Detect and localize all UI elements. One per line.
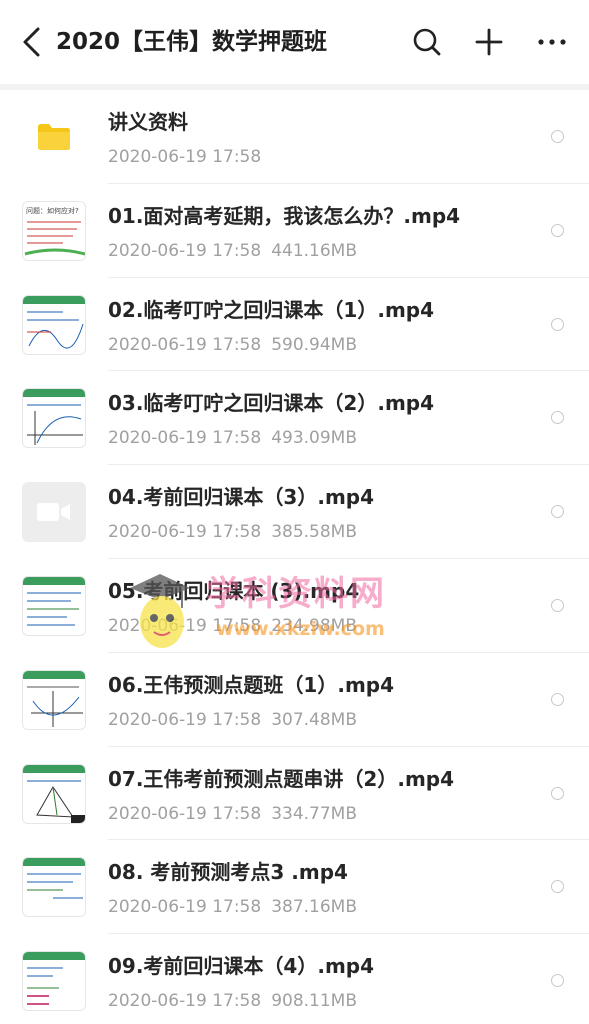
svg-text:问题：如何应对?: 问题：如何应对? [26,206,79,215]
page-title: 2020【王伟】数学押题班 [56,29,328,55]
folder-thumbnail [22,107,86,167]
file-meta: 2020-06-19 17:58 441.16MB [108,239,357,263]
video-thumbnail: 问题：如何应对? [22,200,86,261]
select-radio[interactable] [551,317,564,331]
file-date: 2020-06-19 17:58 [108,991,262,1012]
file-size: 387.16MB [271,897,358,918]
file-browser-screen: 2020【王伟】数学押题班 讲义资料 2020-06-19 17:58 问题：如… [0,0,589,1024]
file-date: 2020-06-19 17:58 [108,803,262,824]
file-size: 908.11MB [271,991,358,1012]
video-thumbnail [22,575,86,636]
lecture-slide-image [23,952,85,1005]
list-item[interactable]: 07.王伟考前预测点题串讲（2）.mp4 2020-06-19 17:58 334… [0,747,589,841]
file-name: 02.临考叮咛之回归课本（1）.mp4 [108,297,435,322]
back-arrow-icon [23,27,40,57]
file-name: 06.王伟预测点题班（1）.mp4 [108,672,395,697]
list-item[interactable]: 08. 考前预测考点3 .mp4 2020-06-19 17:58 387.16M… [0,840,589,935]
file-name: 03.临考叮咛之回归课本（2）.mp4 [108,391,435,416]
file-name: 07.王伟考前预测点题串讲（2）.mp4 [108,766,455,791]
lecture-slide-image [23,389,85,446]
file-name: 01.面对高考延期，我该怎么办？.mp4 [108,203,461,228]
search-button[interactable] [407,22,447,62]
file-date: 2020-06-19 17:58 [108,709,262,730]
file-size: 493.09MB [271,428,358,449]
video-thumbnail [22,482,86,543]
file-meta: 2020-06-19 17:58 387.16MB [108,895,357,919]
file-meta: 2020-06-19 17:58 334.77MB [108,802,357,826]
video-thumbnail [22,763,86,824]
video-thumbnail [22,388,86,449]
more-dots-icon [538,39,566,45]
list-item[interactable]: 02.临考叮咛之回归课本（1）.mp4 2020-06-19 17:58 590.… [0,278,589,372]
file-meta: 2020-06-19 17:58 385.58MB [108,520,357,544]
file-name: 05.考前回归课本 (3).mp4 [108,578,360,603]
file-name: 04.考前回归课本（3）.mp4 [108,485,375,510]
file-date: 2020-06-19 17:58 [108,240,262,261]
list-item[interactable]: 讲义资料 2020-06-19 17:58 [0,90,589,184]
lecture-slide-image [23,670,85,727]
lecture-slide-image [23,576,85,626]
file-name: 讲义资料 [108,110,188,134]
video-thumbnail [22,951,86,1012]
file-date: 2020-06-19 17:58 [108,522,262,543]
file-date: 2020-06-19 17:58 [108,334,262,355]
file-name: 08. 考前预测考点3 .mp4 [108,860,348,885]
file-date: 2020-06-19 17:58 [108,147,262,167]
lecture-slide-image [23,295,85,349]
video-thumbnail [22,857,86,918]
lecture-slide-image [23,764,85,823]
file-date: 2020-06-19 17:58 [108,428,262,449]
file-size: 334.77MB [271,803,358,824]
file-name: 09.考前回归课本（4）.mp4 [108,954,375,979]
list-item[interactable]: 04.考前回归课本（3）.mp4 2020-06-19 17:58 385.58M… [0,465,589,559]
search-icon [413,28,441,56]
file-meta: 2020-06-19 17:58 [108,145,261,169]
select-radio[interactable] [551,974,564,988]
back-button[interactable] [14,22,48,62]
file-size: 234.98MB [271,615,358,636]
file-date: 2020-06-19 17:58 [108,615,262,636]
lecture-slide-image [23,858,85,899]
list-item[interactable]: 问题：如何应对? 01.面对高考延期，我该怎么办？.mp4 2020-06-19… [0,184,589,278]
select-radio[interactable] [551,692,564,706]
file-size: 441.16MB [271,240,358,261]
select-radio[interactable] [551,880,564,894]
select-radio[interactable] [551,411,564,425]
file-meta: 2020-06-19 17:58 307.48MB [108,708,357,732]
file-size: 590.94MB [271,334,358,355]
lecture-slide-image: 问题：如何应对? [23,201,85,260]
list-item[interactable]: 03.临考叮咛之回归课本（2）.mp4 2020-06-19 17:58 493.… [0,371,589,466]
top-app-bar: 2020【王伟】数学押题班 [0,0,589,84]
video-thumbnail [22,294,86,355]
file-meta: 2020-06-19 17:58 234.98MB [108,614,357,638]
list-item[interactable]: 05.考前回归课本 (3).mp4 2020-06-19 17:58 234.98… [0,559,589,653]
file-meta: 2020-06-19 17:58 493.09MB [108,426,357,450]
file-meta: 2020-06-19 17:58 908.11MB [108,989,357,1013]
file-size: 385.58MB [271,522,358,543]
select-radio[interactable] [551,786,564,800]
list-item[interactable]: 09.考前回归课本（4）.mp4 2020-06-19 17:58 908.11M… [0,934,589,1024]
file-size: 307.48MB [271,709,358,730]
folder-icon [38,124,70,150]
select-radio[interactable] [551,130,564,143]
file-date: 2020-06-19 17:58 [108,897,262,918]
plus-icon [475,28,503,56]
video-thumbnail [22,669,86,730]
more-button[interactable] [532,22,572,62]
video-camera-icon [37,503,70,522]
add-button[interactable] [469,22,509,62]
select-radio[interactable] [551,223,564,237]
select-radio[interactable] [551,598,564,612]
file-list: 讲义资料 2020-06-19 17:58 问题：如何应对? 01.面对高考延期… [0,90,589,1024]
file-meta: 2020-06-19 17:58 590.94MB [108,333,357,357]
list-item[interactable]: 06.王伟预测点题班（1）.mp4 2020-06-19 17:58 307.48… [0,653,589,747]
select-radio[interactable] [551,505,564,519]
